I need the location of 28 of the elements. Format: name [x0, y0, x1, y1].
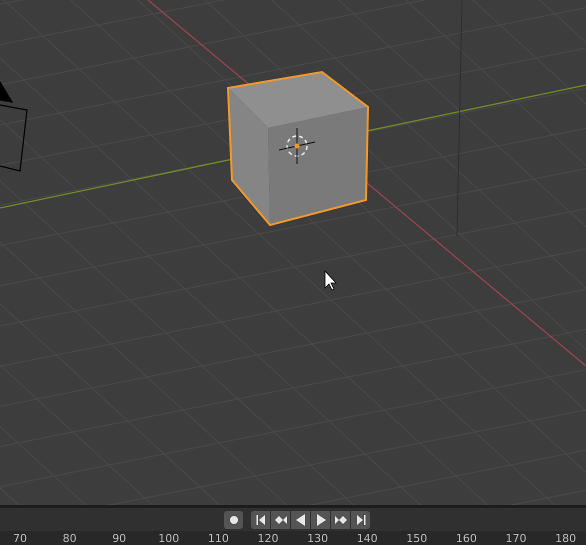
- play-reverse-icon: [294, 514, 306, 526]
- 3d-cursor-icon: [278, 128, 316, 164]
- frame-number: 70: [13, 533, 27, 545]
- next-keyframe-button[interactable]: [331, 510, 350, 528]
- previous-keyframe-icon: [274, 514, 286, 526]
- record-icon: [228, 514, 240, 526]
- frame-number: 120: [258, 533, 278, 545]
- frame-number: 110: [208, 533, 229, 545]
- frame-number: 160: [456, 533, 477, 545]
- frame-number: 150: [406, 533, 428, 545]
- jump-to-start-icon: [254, 514, 266, 526]
- jump-to-end-icon: [354, 514, 366, 526]
- frame-number: 130: [307, 533, 328, 545]
- previous-keyframe-button[interactable]: [271, 510, 290, 528]
- play-reverse-button[interactable]: [291, 510, 310, 528]
- play-button[interactable]: [311, 510, 330, 528]
- next-keyframe-icon: [334, 514, 346, 526]
- frame-number: 80: [62, 533, 77, 545]
- mouse-pointer-icon: [324, 270, 337, 291]
- play-icon: [314, 514, 326, 526]
- record-button[interactable]: [224, 510, 243, 528]
- jump-to-start-button[interactable]: [251, 510, 270, 528]
- frame-number: 100: [158, 533, 180, 545]
- frame-number: 180: [555, 533, 576, 545]
- frame-number: 90: [112, 533, 126, 545]
- frame-number: 140: [356, 533, 378, 545]
- jump-to-end-button[interactable]: [351, 510, 370, 528]
- frame-number: 170: [506, 533, 526, 545]
